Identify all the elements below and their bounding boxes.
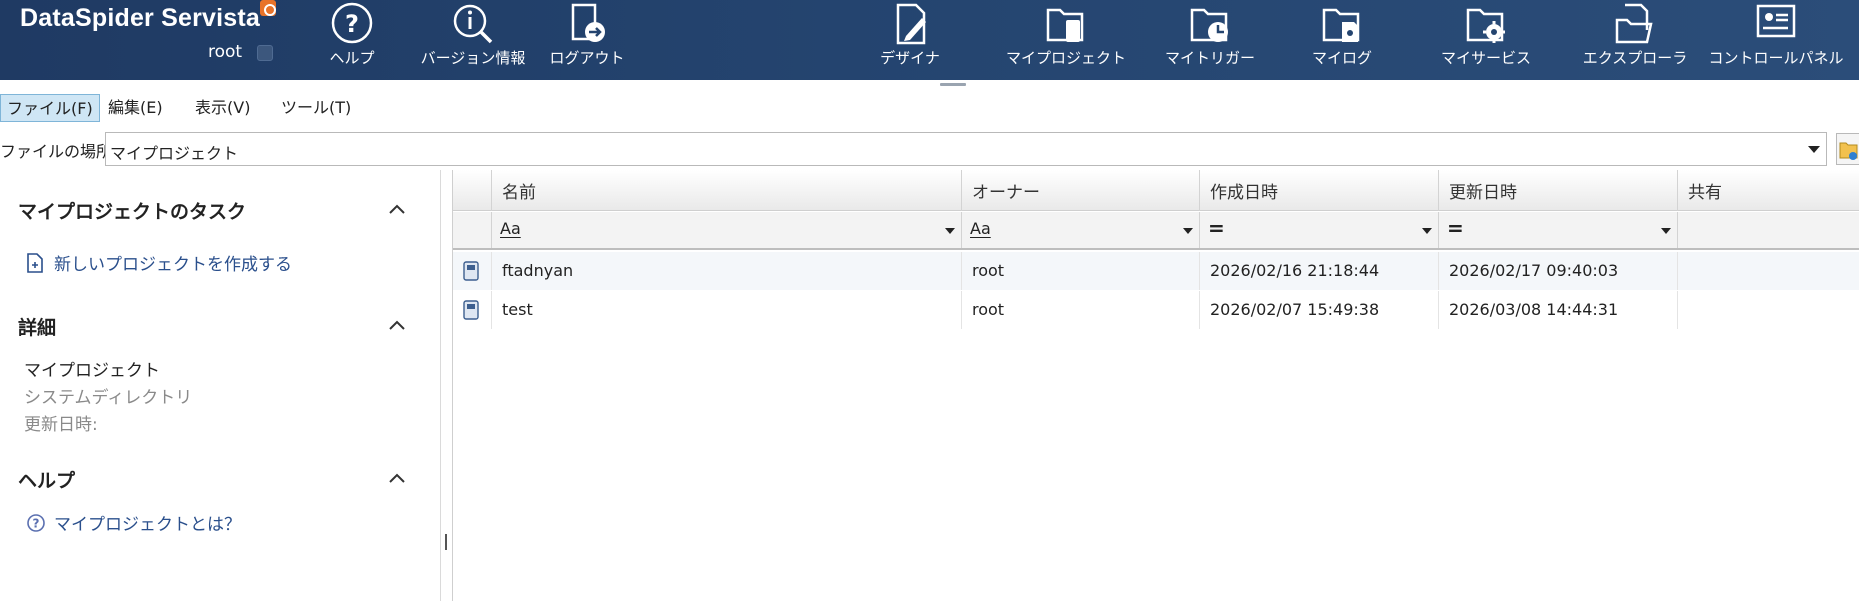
logout-label: ログアウト [549, 49, 625, 67]
help-icon: ? [329, 1, 375, 47]
control-panel-label: コントロールパネル [1708, 49, 1844, 67]
my-log-button[interactable]: マイログ [1307, 0, 1377, 80]
detail-updated-label: 更新日時: [24, 415, 98, 435]
explorer-icon [1612, 1, 1658, 47]
project-icon [463, 261, 479, 281]
my-log-label: マイログ [1311, 49, 1372, 67]
my-project-button[interactable]: マイプロジェクト [1003, 0, 1129, 80]
column-header-shared[interactable]: 共有 [1677, 170, 1859, 211]
my-project-icon [1043, 1, 1089, 47]
my-trigger-label: マイトリガー [1164, 49, 1255, 67]
owner-filter[interactable]: Aa [961, 212, 1199, 248]
table-row[interactable]: ftadnyan root 2026/02/16 21:18:44 2026/0… [453, 252, 1859, 290]
folder-browse-icon[interactable] [1836, 133, 1859, 165]
location-value: マイプロジェクト [110, 144, 239, 163]
table-row[interactable]: test root 2026/02/07 15:49:38 2026/03/08… [453, 291, 1859, 329]
details-section-title: 詳細 [18, 317, 57, 339]
cell-created: 2026/02/07 15:49:38 [1199, 291, 1438, 329]
column-header-created[interactable]: 作成日時 [1199, 170, 1438, 211]
filter-cell-blank [453, 212, 491, 248]
my-log-icon [1319, 1, 1365, 47]
chevron-down-icon [1422, 228, 1432, 234]
cell-shared [1677, 252, 1859, 290]
cell-name: ftadnyan [491, 252, 961, 290]
location-combobox[interactable]: マイプロジェクト [105, 132, 1827, 166]
menu-file[interactable]: ファイル(F) [0, 94, 100, 122]
cell-created: 2026/02/16 21:18:44 [1199, 252, 1438, 290]
help-button[interactable]: ? ヘルプ [322, 0, 382, 80]
control-panel-button[interactable]: コントロールパネル [1709, 0, 1844, 80]
location-bar: ファイルの場所 マイプロジェクト [0, 130, 1859, 168]
explorer-button[interactable]: エクスプローラ [1582, 0, 1688, 80]
cell-owner: root [961, 291, 1199, 329]
cell-shared [1677, 291, 1859, 329]
svg-text:?: ? [33, 517, 40, 531]
designer-icon [887, 1, 933, 47]
svg-text:?: ? [345, 10, 359, 38]
my-service-button[interactable]: マイサービス [1440, 0, 1532, 80]
logout-icon [564, 1, 610, 47]
app-header: DataSpider Servista root ? ヘルプ バージョン情報 ロ… [0, 0, 1859, 80]
version-info-icon [450, 1, 496, 47]
new-project-icon [27, 253, 43, 273]
task-pane: マイプロジェクトのタスク 新しいプロジェクトを作成する 詳細 マイプロジェクト … [0, 170, 440, 601]
cell-owner: root [961, 252, 1199, 290]
brand-badge-icon [260, 0, 276, 16]
version-info-button[interactable]: バージョン情報 [418, 0, 528, 80]
project-icon [463, 300, 479, 320]
name-filter[interactable]: Aa [491, 212, 961, 248]
menu-view[interactable]: 表示(V) [189, 94, 256, 122]
collapse-help-chevron-up-icon[interactable] [388, 469, 406, 487]
version-info-label: バージョン情報 [420, 49, 526, 67]
menu-edit[interactable]: 編集(E) [102, 94, 169, 122]
column-header-updated[interactable]: 更新日時 [1438, 170, 1677, 211]
my-trigger-icon [1187, 1, 1233, 47]
detail-name: マイプロジェクト [24, 361, 160, 381]
collapse-details-chevron-up-icon[interactable] [388, 316, 406, 334]
create-project-link[interactable]: 新しいプロジェクトを作成する [54, 250, 292, 275]
help-label: ヘルプ [329, 49, 375, 67]
cell-name: test [491, 291, 961, 329]
collapse-tasks-chevron-up-icon[interactable] [388, 200, 406, 218]
control-panel-icon [1753, 1, 1799, 47]
created-filter[interactable]: = [1199, 212, 1438, 248]
location-label: ファイルの場所 [0, 142, 113, 161]
chevron-down-icon [945, 228, 955, 234]
tasks-section-title: マイプロジェクトのタスク [18, 201, 247, 223]
project-table: 名前 オーナー 作成日時 更新日時 共有 Aa Aa = = ftadnyan … [452, 170, 1859, 601]
what-is-my-project-link[interactable]: マイプロジェクトとは？ [54, 510, 241, 535]
current-user: root [208, 42, 243, 62]
explorer-label: エクスプローラ [1582, 49, 1688, 67]
table-header: 名前 オーナー 作成日時 更新日時 共有 [453, 170, 1859, 211]
help-section-title: ヘルプ [18, 470, 76, 492]
splitter-grip[interactable] [445, 534, 447, 550]
chevron-down-icon [1661, 228, 1671, 234]
designer-label: デザイナ [880, 49, 940, 67]
my-project-label: マイプロジェクト [1005, 49, 1126, 67]
header-collapse-handle[interactable] [940, 83, 966, 86]
shared-filter[interactable] [1677, 212, 1859, 248]
updated-filter[interactable]: = [1438, 212, 1677, 248]
logout-button[interactable]: ログアウト [549, 0, 625, 80]
detail-type: システムディレクトリ [24, 388, 193, 408]
menu-tools[interactable]: ツール(T) [275, 94, 357, 122]
chevron-down-icon [1183, 228, 1193, 234]
help-question-icon: ? [27, 514, 45, 532]
my-service-label: マイサービス [1440, 49, 1531, 67]
column-header-name[interactable]: 名前 [491, 170, 961, 211]
column-header-owner[interactable]: オーナー [961, 170, 1199, 211]
my-trigger-button[interactable]: マイトリガー [1160, 0, 1260, 80]
designer-button[interactable]: デザイナ [870, 0, 950, 80]
cell-updated: 2026/02/17 09:40:03 [1438, 252, 1677, 290]
cell-updated: 2026/03/08 14:44:31 [1438, 291, 1677, 329]
filter-row: Aa Aa = = [453, 212, 1859, 250]
user-menu-icon[interactable] [257, 45, 273, 61]
row-icon-column-header [453, 170, 491, 211]
chevron-down-icon[interactable] [1808, 146, 1820, 153]
brand-logo: DataSpider Servista [20, 4, 261, 32]
menu-bar: ファイル(F) 編集(E) 表示(V) ツール(T) [0, 90, 1859, 126]
my-service-icon [1463, 1, 1509, 47]
